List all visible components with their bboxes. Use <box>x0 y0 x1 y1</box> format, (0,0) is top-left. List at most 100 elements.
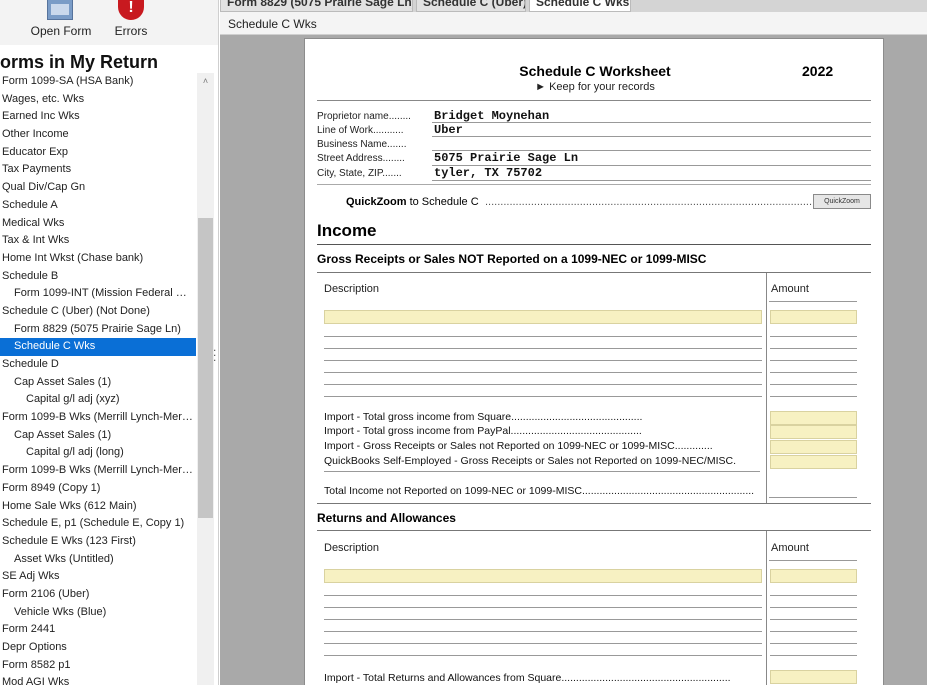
tab-schedule-c[interactable]: Schedule C (Uber) <box>416 0 526 12</box>
forms-list-item[interactable]: Form 2106 (Uber) <box>0 586 196 604</box>
errors-button[interactable]: ! Errors <box>106 0 156 45</box>
import-gross-receipts-amount[interactable] <box>770 440 857 454</box>
returns-row-amount-field[interactable] <box>770 595 857 596</box>
field-underline <box>432 122 871 123</box>
tab-form-8829[interactable]: Form 8829 (5075 Prairie Sage Ln) <box>220 0 413 12</box>
forms-list-item[interactable]: Tax Payments <box>0 161 196 179</box>
gross-receipts-heading: Gross Receipts or Sales NOT Reported on … <box>317 252 707 266</box>
forms-list: Form 1099-SA (HSA Bank) Wages, etc. Wks Ea… <box>0 73 196 685</box>
gross-receipt-row-amount-field[interactable] <box>770 396 857 397</box>
returns-row-description-field[interactable] <box>324 643 762 644</box>
forms-list-item[interactable]: Schedule B <box>0 268 196 286</box>
import-returns-square-amount[interactable] <box>770 670 857 684</box>
description-column-header: Description <box>324 283 380 295</box>
forms-list-item[interactable]: Educator Exp <box>0 144 196 162</box>
forms-list-item[interactable]: Capital g/l adj (xyz) <box>0 391 196 409</box>
city-state-zip-field[interactable]: tyler, TX 75702 <box>434 166 542 180</box>
forms-list-item[interactable]: Form 8582 p1 <box>0 657 196 675</box>
returns-row-amount-field[interactable] <box>770 569 857 583</box>
forms-list-item[interactable]: Form 1099-SA (HSA Bank) <box>0 73 196 91</box>
forms-list-item[interactable]: Schedule A <box>0 197 196 215</box>
form-tabs: Form 8829 (5075 Prairie Sage Ln) Schedul… <box>220 0 927 12</box>
forms-list-item[interactable]: Earned Inc Wks <box>0 108 196 126</box>
forms-list-item[interactable]: Form 1099-B Wks (Merrill Lynch-Merri... <box>0 462 196 480</box>
quickbooks-gross-receipts-amount[interactable] <box>770 455 857 469</box>
forms-list-item[interactable]: Schedule E, p1 (Schedule E, Copy 1) <box>0 515 196 533</box>
returns-row-description-field[interactable] <box>324 631 762 632</box>
gross-receipt-row-description-field[interactable] <box>324 336 762 337</box>
open-form-button[interactable]: Open Form <box>26 0 96 45</box>
forms-list-item[interactable]: Vehicle Wks (Blue) <box>0 604 196 622</box>
returns-row-description-field[interactable] <box>324 607 762 608</box>
divider <box>317 184 871 185</box>
form-subtitle: Schedule C Wks <box>228 17 317 31</box>
forms-list-item[interactable]: Schedule D <box>0 356 196 374</box>
panel-splitter-grip-icon[interactable]: ... <box>213 341 217 363</box>
returns-row-description-field[interactable] <box>324 569 762 583</box>
forms-list-item[interactable]: SE Adj Wks <box>0 568 196 586</box>
gross-receipt-row-amount-field[interactable] <box>770 384 857 385</box>
gross-receipt-row-amount-field[interactable] <box>770 310 857 324</box>
forms-list-item[interactable]: Depr Options <box>0 639 196 657</box>
gross-receipt-row-description-field[interactable] <box>324 360 762 361</box>
forms-list-item[interactable]: Capital g/l adj (long) <box>0 444 196 462</box>
returns-row-amount-field[interactable] <box>770 643 857 644</box>
forms-list-item[interactable]: Other Income <box>0 126 196 144</box>
forms-list-item[interactable]: Form 1099-INT (Mission Federal Cr... <box>0 285 196 303</box>
forms-list-item[interactable]: Form 8949 (Copy 1) <box>0 480 196 498</box>
open-form-label: Open Form <box>30 24 92 38</box>
gross-receipt-row-amount-field[interactable] <box>770 336 857 337</box>
forms-list-item[interactable]: Qual Div/Cap Gn <box>0 179 196 197</box>
street-address-label: Street Address........ <box>317 153 405 164</box>
forms-list-scrollbar[interactable]: ˄ <box>197 73 214 685</box>
forms-list-item[interactable]: Schedule C Wks <box>0 338 196 356</box>
returns-row-description-field[interactable] <box>324 619 762 620</box>
returns-row-amount-field[interactable] <box>770 631 857 632</box>
scrollbar-thumb[interactable] <box>198 218 213 518</box>
line-of-work-field[interactable]: Uber <box>434 123 463 137</box>
divider <box>317 503 871 504</box>
total-income-amount[interactable] <box>769 497 857 498</box>
returns-row-description-field[interactable] <box>324 595 762 596</box>
gross-receipt-row-description-field[interactable] <box>324 384 762 385</box>
returns-row-description-field[interactable] <box>324 655 762 656</box>
forms-list-item[interactable]: Schedule C (Uber) (Not Done) <box>0 303 196 321</box>
proprietor-name-field[interactable]: Bridget Moynehan <box>434 109 549 123</box>
gross-receipt-row-amount-field[interactable] <box>770 360 857 361</box>
divider <box>317 244 871 245</box>
gross-receipt-row-amount-field[interactable] <box>770 348 857 349</box>
gross-receipt-row-description-field[interactable] <box>324 372 762 373</box>
total-income-label: Total Income not Reported on 1099-NEC or… <box>324 485 755 497</box>
gross-receipt-row-description-field[interactable] <box>324 348 762 349</box>
forms-list-item[interactable]: Medical Wks <box>0 215 196 233</box>
forms-list-item[interactable]: Form 1099-B Wks (Merrill Lynch-Merri... <box>0 409 196 427</box>
forms-list-item[interactable]: Form 8829 (5075 Prairie Sage Ln) <box>0 321 196 339</box>
divider <box>317 272 871 273</box>
returns-row-amount-field[interactable] <box>770 655 857 656</box>
street-address-field[interactable]: 5075 Prairie Sage Ln <box>434 151 578 165</box>
forms-list-item[interactable]: Cap Asset Sales (1) <box>0 427 196 445</box>
import-returns-square-label: Import - Total Returns and Allowances fr… <box>324 672 731 684</box>
forms-list-item[interactable]: Schedule E Wks (123 First) <box>0 533 196 551</box>
returns-row-amount-field[interactable] <box>770 607 857 608</box>
forms-list-item[interactable]: Home Int Wkst (Chase bank) <box>0 250 196 268</box>
import-square-amount[interactable] <box>770 411 857 425</box>
form-view: Form 8829 (5075 Prairie Sage Ln) Schedul… <box>220 0 927 685</box>
scroll-up-chevron-icon[interactable]: ˄ <box>197 73 214 90</box>
forms-list-item[interactable]: Wages, etc. Wks <box>0 91 196 109</box>
quickzoom-button[interactable]: QuickZoom <box>813 194 871 209</box>
forms-list-item[interactable]: Form 2441 <box>0 621 196 639</box>
returns-row-amount-field[interactable] <box>770 619 857 620</box>
forms-list-item[interactable]: Asset Wks (Untitled) <box>0 551 196 569</box>
forms-list-item[interactable]: Home Sale Wks (612 Main) <box>0 498 196 516</box>
forms-list-item[interactable]: Mod AGI Wks <box>0 674 196 685</box>
proprietor-name-label: Proprietor name........ <box>317 111 411 122</box>
forms-list-item[interactable]: Tax & Int Wks <box>0 232 196 250</box>
forms-list-item[interactable]: Cap Asset Sales (1) <box>0 374 196 392</box>
gross-receipt-row-amount-field[interactable] <box>770 372 857 373</box>
tab-schedule-c-wks[interactable]: Schedule C Wks <box>529 0 631 12</box>
gross-receipt-row-description-field[interactable] <box>324 396 762 397</box>
gross-receipt-row-description-field[interactable] <box>324 310 762 324</box>
business-name-label: Business Name....... <box>317 139 407 150</box>
import-paypal-amount[interactable] <box>770 425 857 439</box>
